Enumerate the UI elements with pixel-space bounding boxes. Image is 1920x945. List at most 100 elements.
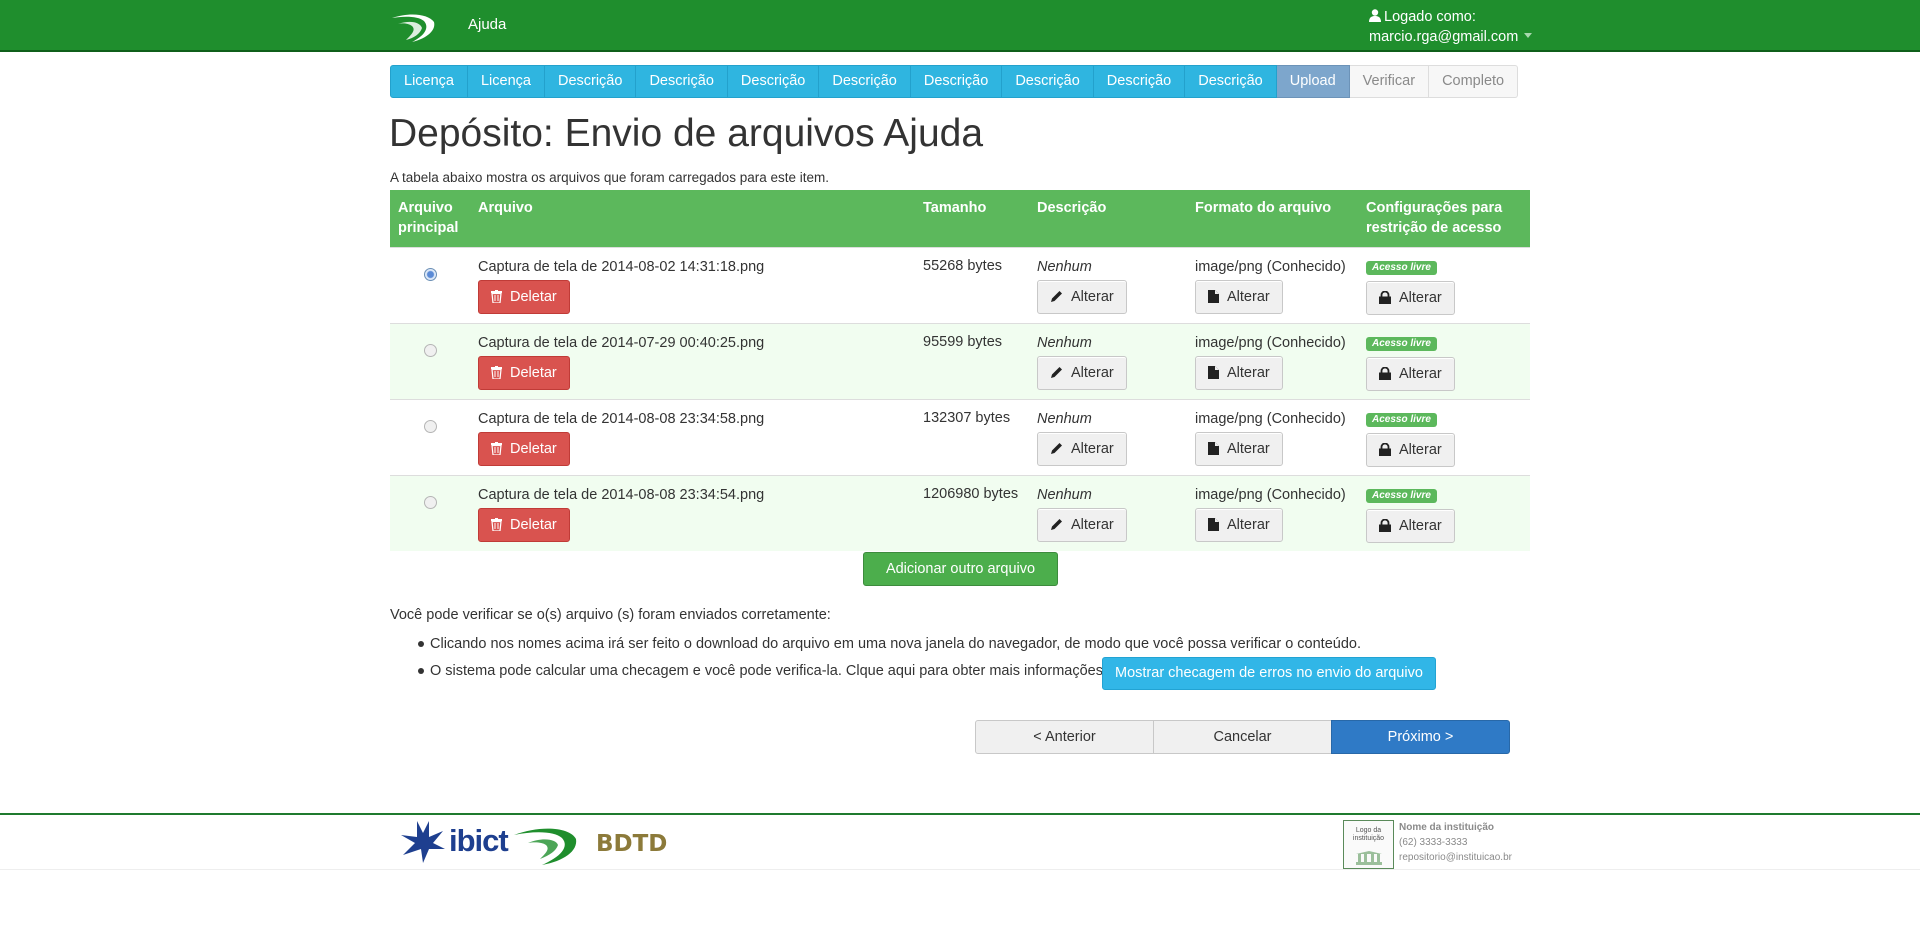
edit-access-button[interactable]: Alterar xyxy=(1366,356,1455,391)
file-name-link[interactable]: Captura de tela de 2014-08-08 23:34:54.p… xyxy=(478,486,907,504)
file-icon xyxy=(1208,441,1219,455)
next-button[interactable]: Próximo > xyxy=(1331,720,1510,754)
bdtd-logo: BDTD xyxy=(596,831,668,857)
step-description-5[interactable]: Descrição xyxy=(910,65,1003,98)
previous-button[interactable]: < Anterior xyxy=(975,720,1154,754)
user-menu[interactable]: Logado como: marcio.rga@gmail.com xyxy=(1369,7,1533,47)
file-icon xyxy=(1208,365,1219,379)
institution-info: Nome da instituição (62) 3333-3333 repos… xyxy=(1399,820,1512,865)
description-cell: Nenhum Alterar xyxy=(1029,322,1187,399)
institution-logo: Logo da instituição xyxy=(1343,820,1394,869)
step-description-1[interactable]: Descrição xyxy=(544,65,637,98)
chevron-down-icon[interactable] xyxy=(1524,33,1533,38)
description-value: Nenhum xyxy=(1037,258,1092,275)
step-description-4[interactable]: Descrição xyxy=(819,65,911,98)
step-description-8[interactable]: Descrição xyxy=(1185,65,1277,98)
edit-description-button[interactable]: Alterar xyxy=(1037,507,1127,542)
swoosh-logo-icon xyxy=(514,828,577,865)
step-upload[interactable]: Upload xyxy=(1276,65,1350,98)
primary-file-radio[interactable] xyxy=(423,419,437,433)
delete-button[interactable]: Deletar xyxy=(478,279,570,314)
table-row: Captura de tela de 2014-08-08 23:34:58.p… xyxy=(390,398,1530,475)
step-description-2[interactable]: Descrição xyxy=(636,65,728,98)
pencil-icon xyxy=(1051,290,1062,302)
delete-button[interactable]: Deletar xyxy=(478,431,570,466)
edit-description-button[interactable]: Alterar xyxy=(1037,431,1127,466)
description-cell: Nenhum Alterar xyxy=(1029,246,1187,323)
access-cell: Acesso livre Alterar xyxy=(1358,398,1530,475)
edit-format-button[interactable]: Alterar xyxy=(1195,507,1283,542)
file-name-link[interactable]: Captura de tela de 2014-08-08 23:34:58.p… xyxy=(478,410,907,428)
site-logo-icon[interactable] xyxy=(390,8,440,44)
edit-format-button[interactable]: Alterar xyxy=(1195,279,1283,314)
edit-access-button[interactable]: Alterar xyxy=(1366,508,1455,543)
step-description-6[interactable]: Descrição xyxy=(1002,65,1094,98)
show-checksum-button[interactable]: Mostrar checagem de erros no envio do ar… xyxy=(1102,657,1436,690)
step-description-7[interactable]: Descrição xyxy=(1093,65,1186,98)
file-size: 132307 bytes xyxy=(915,398,1029,475)
table-row: Captura de tela de 2014-08-02 14:31:18.p… xyxy=(390,246,1530,323)
format-cell: image/png (Conhecido) Alterar xyxy=(1187,322,1358,399)
navigation-buttons: < Anterior Cancelar Próximo > xyxy=(975,720,1510,754)
edit-description-button[interactable]: Alterar xyxy=(1037,279,1127,314)
logged-as-label: Logado como: xyxy=(1384,9,1476,25)
uploaded-files-table: Arquivo principal Arquivo Tamanho Descri… xyxy=(390,190,1530,551)
pencil-icon xyxy=(1051,366,1062,378)
step-license-1[interactable]: Licença xyxy=(390,65,468,98)
add-file-button[interactable]: Adicionar outro arquivo xyxy=(863,552,1058,586)
header-file: Arquivo xyxy=(470,190,915,247)
file-cell: Captura de tela de 2014-08-08 23:34:54.p… xyxy=(470,474,915,551)
lock-icon xyxy=(1379,290,1391,304)
institution-phone: (62) 3333-3333 xyxy=(1399,837,1468,848)
file-cell: Captura de tela de 2014-07-29 00:40:25.p… xyxy=(470,322,915,399)
edit-description-button[interactable]: Alterar xyxy=(1037,355,1127,390)
trash-icon xyxy=(491,441,502,455)
ibict-wordmark: ibict xyxy=(449,823,509,858)
trash-icon xyxy=(491,365,502,379)
edit-format-button[interactable]: Alterar xyxy=(1195,431,1283,466)
file-size: 95599 bytes xyxy=(915,322,1029,399)
format-value: image/png (Conhecido) xyxy=(1195,258,1346,275)
file-name-link[interactable]: Captura de tela de 2014-07-29 00:40:25.p… xyxy=(478,334,907,352)
access-badge: Acesso livre xyxy=(1366,260,1437,275)
primary-file-radio[interactable] xyxy=(423,495,437,509)
header-format: Formato do arquivo xyxy=(1187,190,1358,247)
intro-text: A tabela abaixo mostra os arquivos que f… xyxy=(390,170,829,185)
verify-text: Você pode verificar se o(s) arquivo (s) … xyxy=(390,607,831,623)
delete-button[interactable]: Deletar xyxy=(478,507,570,542)
edit-format-button[interactable]: Alterar xyxy=(1195,355,1283,390)
institution-name: Nome da instituição xyxy=(1399,822,1495,833)
file-name-link[interactable]: Captura de tela de 2014-08-02 14:31:18.p… xyxy=(478,258,907,276)
user-icon xyxy=(1369,9,1381,22)
progress-steps: Licença Licença Descrição Descrição Desc… xyxy=(390,65,1519,98)
trash-icon xyxy=(491,517,502,531)
trash-icon xyxy=(491,289,502,303)
description-value: Nenhum xyxy=(1037,334,1092,351)
primary-cell xyxy=(390,322,470,399)
file-cell: Captura de tela de 2014-08-02 14:31:18.p… xyxy=(470,246,915,323)
table-row: Captura de tela de 2014-07-29 00:40:25.p… xyxy=(390,322,1530,399)
edit-access-button[interactable]: Alterar xyxy=(1366,280,1455,315)
table-row: Captura de tela de 2014-08-08 23:34:54.p… xyxy=(390,474,1530,551)
access-badge: Acesso livre xyxy=(1366,336,1437,351)
institution-email[interactable]: repositorio@instituicao.br xyxy=(1399,850,1512,865)
access-cell: Acesso livre Alterar xyxy=(1358,474,1530,551)
step-description-3[interactable]: Descrição xyxy=(727,65,820,98)
delete-button[interactable]: Deletar xyxy=(478,355,570,390)
step-license-2[interactable]: Licença xyxy=(467,65,545,98)
header-description: Descrição xyxy=(1029,190,1187,247)
description-cell: Nenhum Alterar xyxy=(1029,398,1187,475)
access-badge: Acesso livre xyxy=(1366,488,1437,503)
primary-file-radio[interactable] xyxy=(423,267,437,281)
building-icon xyxy=(1356,851,1382,865)
cancel-button[interactable]: Cancelar xyxy=(1153,720,1332,754)
header-access: Configurações para restrição de acesso xyxy=(1358,190,1530,247)
format-cell: image/png (Conhecido) Alterar xyxy=(1187,246,1358,323)
user-email[interactable]: marcio.rga@gmail.com xyxy=(1369,29,1518,45)
file-icon xyxy=(1208,289,1219,303)
file-icon xyxy=(1208,517,1219,531)
file-size: 1206980 bytes xyxy=(915,474,1029,551)
primary-file-radio[interactable] xyxy=(423,343,437,357)
nav-brand-link[interactable]: Ajuda xyxy=(468,16,506,33)
edit-access-button[interactable]: Alterar xyxy=(1366,432,1455,467)
